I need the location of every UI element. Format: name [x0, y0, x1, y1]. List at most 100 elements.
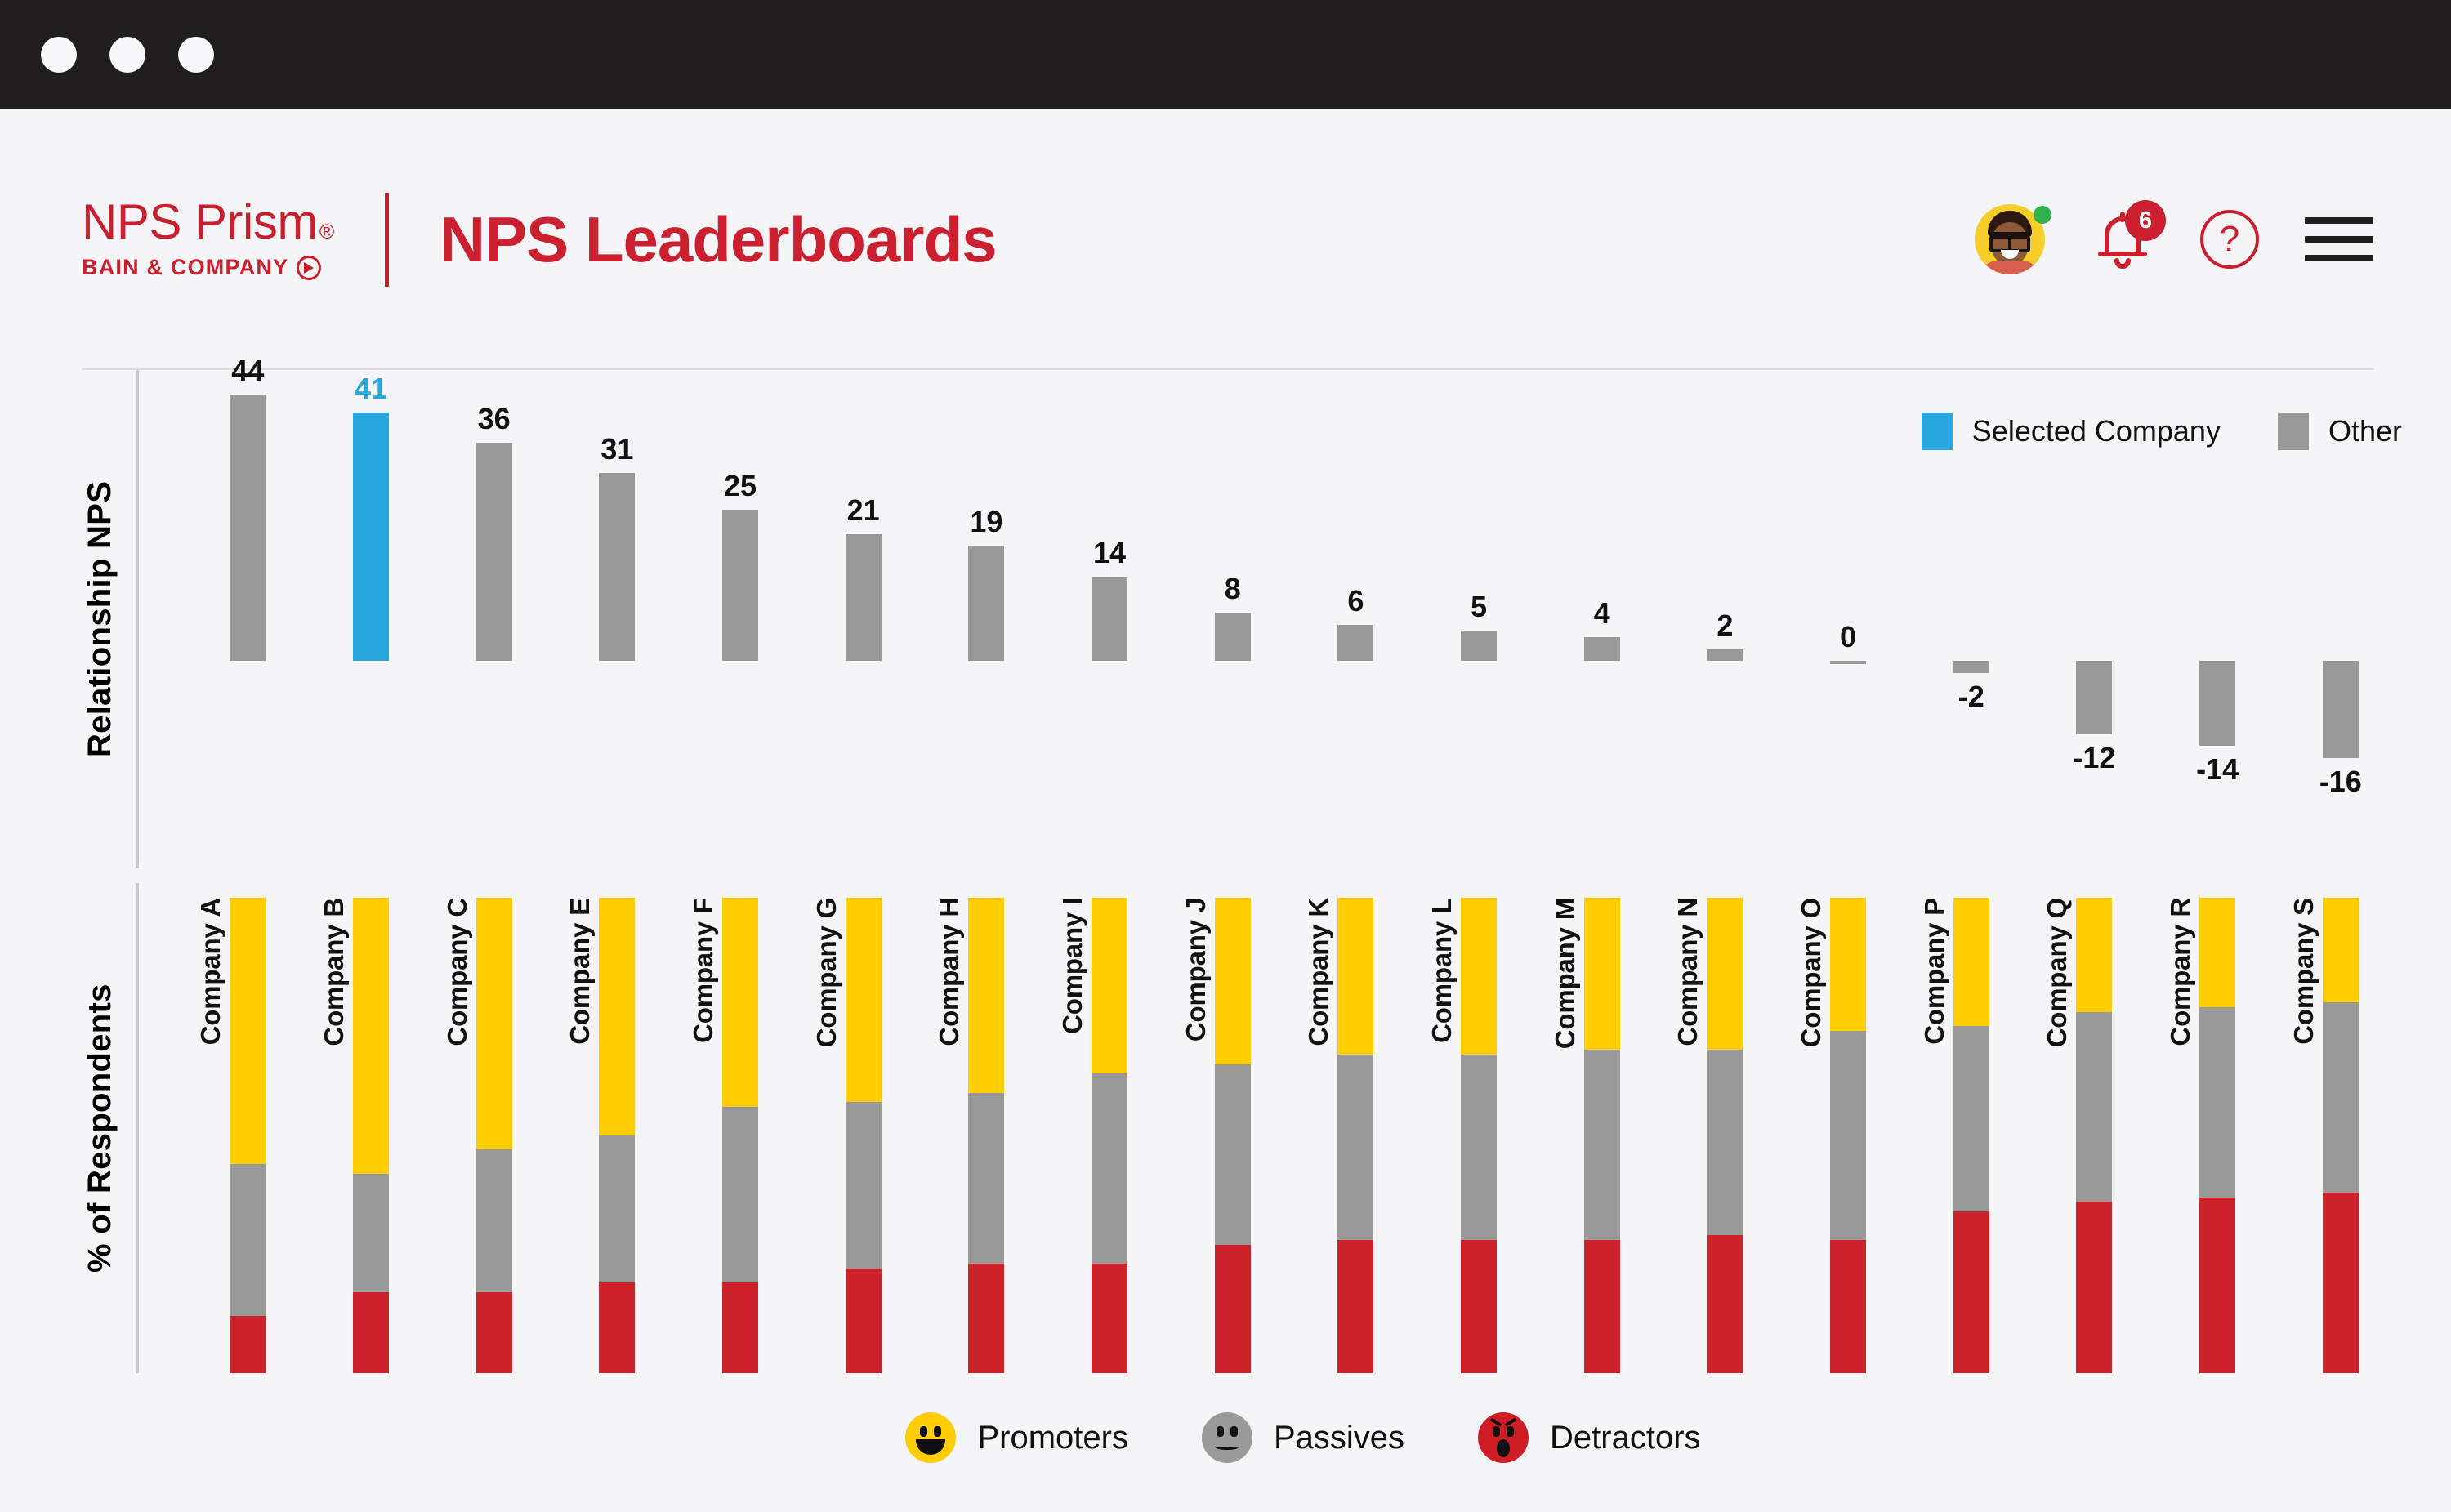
- nps-bar[interactable]: [1953, 661, 1989, 674]
- respondents-stacked-bar[interactable]: [230, 898, 266, 1373]
- nps-bar-cell[interactable]: 25: [679, 370, 802, 868]
- segment-detractors: [2076, 1202, 2113, 1373]
- respondents-stacked-bar[interactable]: [1461, 898, 1498, 1373]
- nps-bar[interactable]: [475, 443, 512, 662]
- nps-bar-cell[interactable]: 5: [1417, 370, 1541, 868]
- nps-bar-value-label: 44: [231, 353, 265, 387]
- nps-bar-cell[interactable]: 36: [432, 370, 556, 868]
- respondents-legend: Promoters Passives Detractors: [204, 1412, 2402, 1463]
- respondents-bar-cell[interactable]: Company F: [679, 898, 802, 1373]
- respondents-bar-cell[interactable]: Company K: [1294, 898, 1417, 1373]
- avatar[interactable]: [1975, 204, 2051, 274]
- respondents-bar-cell[interactable]: Company N: [1663, 898, 1787, 1373]
- smiley-angry-icon: [1478, 1412, 1529, 1463]
- nps-bar[interactable]: [599, 473, 636, 662]
- segment-detractors: [1461, 1240, 1498, 1373]
- respondents-bar-cell[interactable]: Company S: [2279, 898, 2402, 1373]
- segment-promoters: [2076, 898, 2113, 1012]
- segment-promoters: [1214, 898, 1251, 1064]
- respondents-stacked-bar[interactable]: [1707, 898, 1743, 1373]
- respondents-stacked-bar[interactable]: [2076, 898, 2113, 1373]
- nps-bar[interactable]: [2199, 661, 2236, 747]
- hamburger-menu-icon[interactable]: [2305, 217, 2373, 261]
- category-label: Company B: [319, 898, 349, 1046]
- nps-bar[interactable]: [1337, 624, 1374, 662]
- respondents-bar-cell[interactable]: Company B: [310, 898, 433, 1373]
- respondents-stacked-bar[interactable]: [599, 898, 636, 1373]
- respondents-bar-cell[interactable]: Company M: [1540, 898, 1663, 1373]
- respondents-stacked-bar[interactable]: [1337, 898, 1374, 1373]
- nps-bar[interactable]: [353, 412, 389, 662]
- respondents-bar-cell[interactable]: Company J: [1171, 898, 1294, 1373]
- nps-bar-cell[interactable]: 8: [1171, 370, 1294, 868]
- respondents-stacked-bar[interactable]: [1830, 898, 1867, 1373]
- nps-bar-cell[interactable]: 31: [556, 370, 679, 868]
- nps-bar[interactable]: [1461, 631, 1498, 662]
- respondents-stacked-bar[interactable]: [968, 898, 1005, 1373]
- respondents-stacked-bar[interactable]: [475, 898, 512, 1373]
- nps-bar-value-label: 2: [1717, 608, 1734, 642]
- respondents-stacked-bar[interactable]: [2322, 898, 2359, 1373]
- category-label: Company P: [1918, 898, 1949, 1045]
- nps-bar-cell[interactable]: 44: [186, 354, 310, 868]
- segment-detractors: [1707, 1235, 1743, 1373]
- nps-bar-cell[interactable]: 21: [801, 370, 925, 868]
- nps-bar-cell[interactable]: 2: [1663, 370, 1787, 868]
- respondents-bar-cell[interactable]: Company Q: [2033, 898, 2156, 1373]
- nps-bar[interactable]: [2322, 661, 2359, 759]
- brand-name: NPS Prism ®: [82, 194, 334, 250]
- respondents-bar-cell[interactable]: Company G: [801, 898, 925, 1374]
- nps-bar[interactable]: [1583, 636, 1620, 662]
- respondents-stacked-bar[interactable]: [722, 898, 759, 1373]
- respondents-bar-cell[interactable]: Company A: [186, 898, 310, 1373]
- respondents-stacked-bar[interactable]: [2199, 898, 2236, 1373]
- nps-bar[interactable]: [845, 533, 882, 662]
- nps-bar-cell[interactable]: 4: [1540, 370, 1663, 868]
- respondents-bar-cell[interactable]: Company H: [925, 898, 1048, 1373]
- maximize-dot[interactable]: [178, 36, 214, 73]
- segment-promoters: [2322, 898, 2359, 1003]
- segment-detractors: [968, 1264, 1005, 1373]
- nps-bar-cell[interactable]: 19: [925, 370, 1048, 868]
- legend-label-promoters: Promoters: [977, 1419, 1128, 1456]
- nps-bar[interactable]: [1707, 649, 1743, 662]
- nps-bar-cell[interactable]: 41: [310, 370, 433, 868]
- bain-logo-icon: [297, 255, 322, 280]
- smiley-neutral-icon: [1201, 1412, 1252, 1463]
- respondents-bar-cell[interactable]: Company C: [432, 898, 556, 1373]
- respondents-stacked-bar[interactable]: [353, 898, 389, 1373]
- nps-bar-value-label: 4: [1593, 595, 1610, 630]
- nps-bar[interactable]: [1214, 613, 1251, 662]
- nps-bar[interactable]: [2076, 661, 2113, 734]
- nps-bar-cell[interactable]: 6: [1294, 370, 1417, 868]
- nps-prism-logo[interactable]: NPS Prism ® BAIN & COMPANY: [82, 194, 334, 285]
- close-dot[interactable]: [41, 36, 77, 73]
- nps-bar-value-label: -14: [2196, 752, 2239, 787]
- respondents-stacked-bar[interactable]: [845, 898, 882, 1374]
- segment-passives: [1707, 1050, 1743, 1236]
- online-status-dot: [2034, 206, 2051, 224]
- respondents-bar-cell[interactable]: Company I: [1048, 898, 1172, 1373]
- nps-bar[interactable]: [230, 394, 266, 662]
- segment-passives: [1337, 1055, 1374, 1241]
- respondents-bar-cell[interactable]: Company O: [1787, 898, 1910, 1373]
- respondents-bar-cell[interactable]: Company R: [2156, 898, 2279, 1373]
- nps-bar[interactable]: [722, 509, 759, 662]
- respondents-bar-cell[interactable]: Company P: [1909, 898, 2033, 1373]
- segment-passives: [1583, 1050, 1620, 1241]
- respondents-bar-cell[interactable]: Company E: [556, 898, 679, 1373]
- nps-bar[interactable]: [1830, 661, 1867, 665]
- nps-bar[interactable]: [1092, 576, 1128, 662]
- segment-passives: [1830, 1030, 1867, 1241]
- respondents-stacked-bar[interactable]: [1092, 898, 1128, 1373]
- respondents-stacked-bar[interactable]: [1214, 898, 1251, 1373]
- help-button[interactable]: ?: [2200, 210, 2259, 269]
- nps-bar-cell[interactable]: 14: [1048, 370, 1172, 868]
- notifications-button[interactable]: 6: [2091, 200, 2166, 274]
- minimize-dot[interactable]: [109, 36, 145, 73]
- nps-bar-cell[interactable]: 0: [1787, 370, 1910, 868]
- nps-bar[interactable]: [968, 546, 1005, 662]
- respondents-bar-cell[interactable]: Company L: [1417, 898, 1541, 1373]
- respondents-stacked-bar[interactable]: [1953, 898, 1989, 1373]
- respondents-stacked-bar[interactable]: [1583, 898, 1620, 1373]
